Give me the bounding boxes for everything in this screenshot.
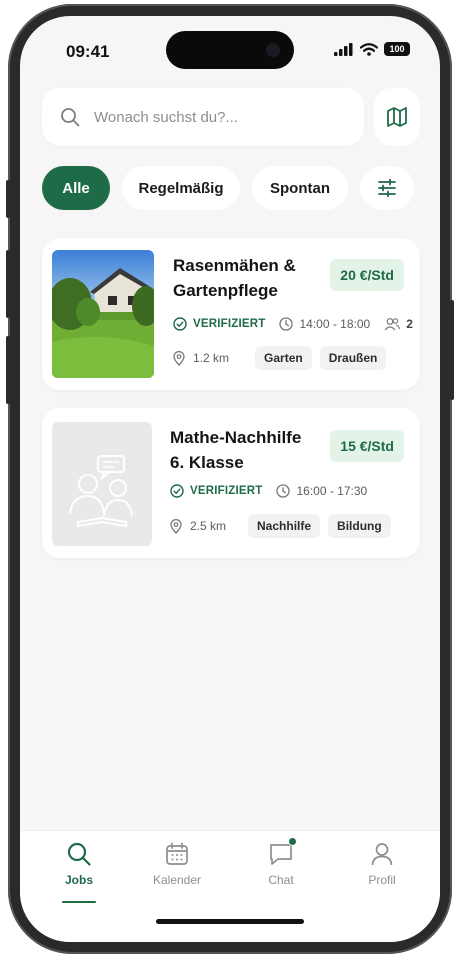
filter-button[interactable]	[360, 166, 414, 210]
job-people-count: 2	[406, 317, 413, 331]
job-location-row: 1.2 km Garten Draußen	[173, 346, 387, 370]
job-tag: Nachhilfe	[248, 514, 321, 538]
phone-volume-down-button	[6, 336, 10, 404]
sliders-icon	[378, 179, 396, 197]
job-image-tutoring	[52, 422, 152, 546]
status-icons: 100	[334, 42, 410, 56]
search-icon	[61, 108, 80, 127]
tab-profil[interactable]: Profil	[342, 841, 422, 887]
job-card[interactable]: Rasenmähen & Gartenpflege 20 €/Std VERIF…	[42, 238, 420, 390]
chat-icon	[268, 837, 297, 867]
job-image-garden	[52, 250, 154, 378]
app-screen: 09:41 100 Wonach suchst du?... Alle Rege…	[20, 16, 440, 942]
job-card[interactable]: Mathe-Nachhilfe 6. Klasse 15 €/Std VERIF…	[42, 408, 420, 558]
clock-icon	[276, 484, 291, 498]
job-title-line1: Mathe-Nachhilfe	[170, 428, 302, 447]
home-indicator	[156, 919, 304, 924]
map-button[interactable]	[374, 88, 420, 146]
tab-kalender[interactable]: Kalender	[137, 841, 217, 887]
job-tag: Garten	[255, 346, 312, 370]
people-icon	[384, 317, 401, 331]
job-time: 14:00 - 18:00	[299, 317, 371, 331]
job-title-line2: Gartenpflege	[173, 281, 278, 300]
job-tag: Draußen	[319, 346, 387, 370]
job-title-line1: Rasenmähen &	[173, 256, 296, 275]
bottom-tab-bar: Jobs Kalender Chat Profil	[20, 830, 440, 942]
chip-regelmaessig[interactable]: Regelmäßig	[122, 166, 240, 210]
search-bar[interactable]	[42, 88, 364, 146]
job-meta-row: VERIFIZIERT 16:00 - 17:30	[170, 484, 367, 498]
price-badge: 20 €/Std	[330, 259, 404, 291]
dynamic-island	[166, 31, 294, 69]
job-time: 16:00 - 17:30	[296, 484, 368, 498]
tab-label: Profil	[368, 873, 396, 887]
tab-label: Chat	[268, 873, 294, 887]
tab-label: Jobs	[64, 873, 93, 887]
search-input[interactable]	[94, 108, 334, 126]
active-tab-indicator	[62, 901, 96, 903]
location-pin-icon	[173, 350, 185, 366]
clock-icon	[279, 317, 294, 331]
job-tag: Bildung	[328, 514, 391, 538]
calendar-icon	[166, 842, 188, 865]
price-badge: 15 €/Std	[330, 430, 404, 462]
tab-label: Kalender	[152, 873, 202, 887]
job-title-line2: 6. Klasse	[170, 453, 244, 472]
chip-spontan[interactable]: Spontan	[252, 166, 348, 210]
job-distance: 2.5 km	[190, 519, 227, 533]
location-pin-icon	[170, 518, 182, 534]
status-bar: 09:41 100	[20, 16, 440, 76]
phone-power-button	[450, 300, 454, 400]
chat-notification-dot	[288, 837, 297, 846]
verified-check-icon	[170, 484, 184, 498]
phone-volume-up-button	[6, 250, 10, 318]
job-location-row: 2.5 km Nachhilfe Bildung	[170, 514, 391, 538]
tab-jobs[interactable]: Jobs	[39, 841, 119, 887]
job-title: Rasenmähen & Gartenpflege	[173, 253, 296, 303]
signal-icon	[334, 42, 353, 56]
job-meta-row: VERIFIZIERT 14:00 - 18:00 2	[173, 317, 413, 331]
battery-icon: 100	[384, 42, 410, 56]
verified-label: VERIFIZIERT	[193, 318, 266, 330]
verified-label: VERIFIZIERT	[190, 485, 263, 497]
wifi-icon	[360, 42, 378, 56]
verified-check-icon	[173, 317, 187, 331]
phone-action-button	[6, 180, 10, 218]
job-title: Mathe-Nachhilfe 6. Klasse	[170, 425, 301, 475]
status-time: 09:41	[66, 42, 110, 61]
search-icon	[67, 842, 91, 866]
profile-icon	[371, 843, 393, 866]
chip-alle[interactable]: Alle	[42, 166, 110, 210]
map-icon	[387, 107, 407, 127]
job-distance: 1.2 km	[193, 351, 230, 365]
tab-chat[interactable]: Chat	[241, 837, 321, 887]
filter-chips: Alle Regelmäßig Spontan	[42, 166, 414, 210]
